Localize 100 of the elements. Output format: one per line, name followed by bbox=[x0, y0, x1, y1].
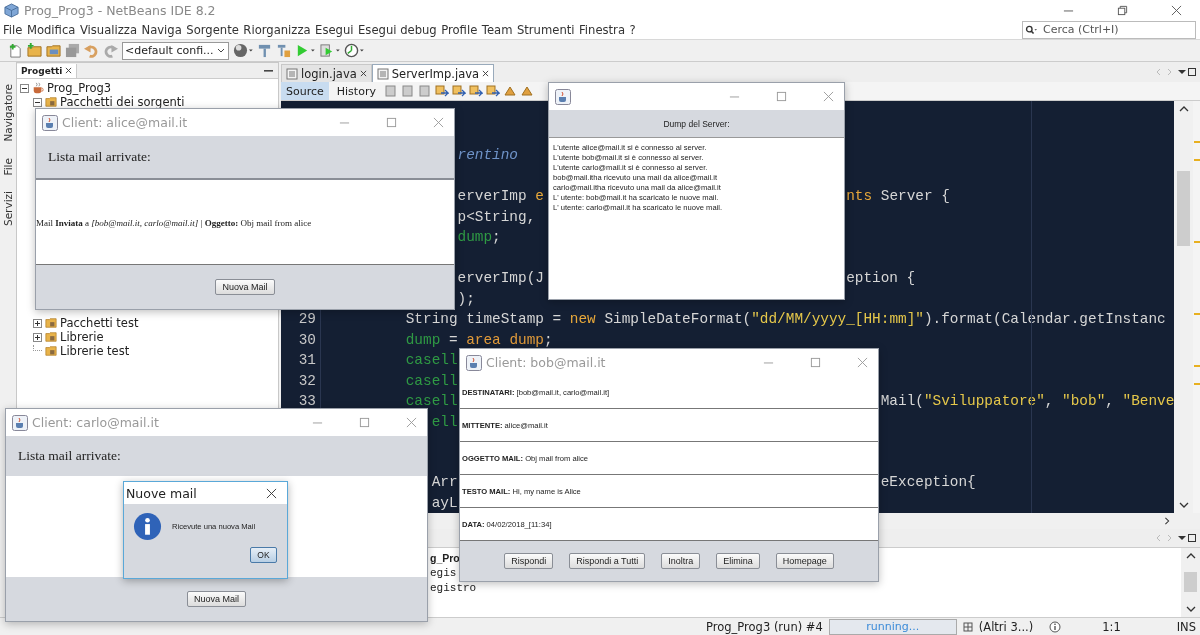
tree-item[interactable]: Pacchetti dei sorgenti bbox=[60, 95, 185, 109]
page-icon[interactable] bbox=[400, 85, 415, 97]
maximize-icon[interactable] bbox=[776, 91, 787, 102]
page-arrow-icon[interactable] bbox=[485, 85, 500, 97]
view-tab[interactable]: History bbox=[331, 82, 381, 100]
gauge-icon[interactable] bbox=[344, 43, 366, 58]
code-text: casell bbox=[405, 372, 458, 389]
output-tab[interactable]: g_Pro bbox=[430, 550, 460, 566]
menu-item[interactable]: Esegui bbox=[315, 22, 354, 37]
broom-icon[interactable] bbox=[276, 43, 292, 58]
code-text: casell bbox=[405, 352, 458, 369]
ok-button[interactable]: OK bbox=[250, 547, 277, 563]
view-tab[interactable]: Source bbox=[281, 82, 329, 100]
expander-icon[interactable] bbox=[33, 318, 42, 328]
maximize-icon[interactable] bbox=[386, 117, 397, 128]
menu-item[interactable]: Finestra bbox=[579, 22, 625, 37]
menu-item[interactable]: Naviga bbox=[141, 22, 182, 37]
undo-icon[interactable] bbox=[84, 43, 99, 58]
task-status: running... bbox=[828, 618, 957, 635]
code-text: Arr bbox=[431, 474, 458, 491]
maximize-icon[interactable] bbox=[359, 417, 370, 428]
code-text: rentino bbox=[457, 147, 518, 164]
tree-item[interactable]: Librerie test bbox=[60, 344, 130, 358]
mail-list-item[interactable]: Mail Inviata a [bob@mail.it, carlo@mail.it] | Oggetto: Obj mail from alice bbox=[36, 218, 312, 228]
insert-mode: INS bbox=[1176, 619, 1196, 634]
new-file-icon[interactable] bbox=[8, 43, 23, 58]
tree-item[interactable]: Prog_Prog3 bbox=[47, 81, 112, 95]
editor-tab[interactable]: login.java bbox=[281, 64, 372, 82]
scrollbar[interactable] bbox=[1174, 101, 1193, 513]
scroll-thumb[interactable] bbox=[1184, 572, 1197, 592]
expander-icon[interactable] bbox=[20, 83, 29, 93]
code-text: SimpleDateFormat("dd/MM/yyyy_[HH:mm]").format(Calendar.getInstanc bbox=[604, 311, 1166, 328]
menu-item[interactable]: Modifica bbox=[26, 22, 76, 37]
configuration-dropdown[interactable]: <default confi... bbox=[122, 41, 229, 60]
info-icon[interactable] bbox=[1049, 620, 1062, 633]
dialog-title: Nuove mail bbox=[126, 485, 198, 501]
restore-icon[interactable] bbox=[1117, 4, 1128, 16]
side-tab[interactable]: Navigatore bbox=[2, 84, 14, 142]
page-arrow-icon[interactable] bbox=[468, 85, 483, 97]
side-tab[interactable]: Servizi bbox=[2, 191, 14, 227]
window-title: Client: alice@mail.it bbox=[62, 115, 188, 130]
menu-item[interactable]: Team bbox=[481, 22, 513, 37]
code-text: p<String, bbox=[457, 208, 536, 225]
tab-navigation-icon[interactable] bbox=[1156, 67, 1196, 77]
close-icon[interactable] bbox=[359, 70, 367, 77]
scroll-thumb[interactable] bbox=[1177, 171, 1190, 246]
cup-icon bbox=[12, 414, 28, 431]
play-icon[interactable] bbox=[295, 43, 316, 58]
close-icon[interactable] bbox=[1171, 4, 1182, 16]
output-line: egistro bbox=[430, 581, 477, 596]
search-field[interactable]: Cerca (Ctrl+I) bbox=[1022, 20, 1196, 39]
action-button[interactable]: Rispondi bbox=[504, 553, 554, 569]
menu-item[interactable]: Visualizza bbox=[79, 22, 137, 37]
close-icon[interactable] bbox=[65, 67, 73, 74]
line-number: 30 bbox=[298, 331, 316, 348]
expander-icon[interactable] bbox=[33, 332, 42, 342]
file-icon bbox=[376, 67, 389, 80]
scrollbar[interactable] bbox=[1181, 548, 1200, 617]
new-mail-button[interactable]: Nuova Mail bbox=[215, 279, 275, 295]
code-text: Mail("Sviluppatore", "bob", "Benve bbox=[880, 393, 1174, 410]
action-button[interactable]: Elimina bbox=[716, 553, 760, 569]
output-line: egis bbox=[430, 566, 457, 581]
page-arrow-icon[interactable] bbox=[451, 85, 466, 97]
redo-icon[interactable] bbox=[103, 43, 118, 58]
action-button[interactable]: Inoltra bbox=[661, 553, 701, 569]
debug-icon[interactable] bbox=[319, 43, 341, 58]
close-icon[interactable] bbox=[266, 487, 277, 499]
page-icon[interactable] bbox=[417, 85, 432, 97]
projects-tab[interactable]: Progetti bbox=[17, 63, 78, 78]
menu-item[interactable]: Strumenti bbox=[516, 22, 575, 37]
menu-item[interactable]: Riorganizza bbox=[243, 22, 311, 37]
menu-item[interactable]: File bbox=[3, 22, 23, 37]
editor-tab[interactable]: ServerImp.java bbox=[371, 64, 495, 82]
globe-icon[interactable] bbox=[232, 43, 254, 58]
line-number: 33 bbox=[298, 393, 316, 410]
code-text: dump; bbox=[457, 229, 501, 246]
new-mail-button[interactable]: Nuova Mail bbox=[187, 591, 246, 607]
tab-navigation-icon[interactable] bbox=[1156, 533, 1196, 543]
tree-item[interactable]: Librerie bbox=[60, 330, 104, 344]
new-folder-icon[interactable] bbox=[27, 43, 42, 58]
menu-item[interactable]: ? bbox=[629, 22, 636, 37]
close-icon[interactable] bbox=[482, 70, 490, 77]
action-button[interactable]: Homepage bbox=[775, 553, 834, 569]
page-arrow-icon[interactable] bbox=[434, 85, 449, 97]
page-icon[interactable] bbox=[383, 85, 398, 97]
folder-icon[interactable] bbox=[46, 43, 61, 58]
maximize-icon[interactable] bbox=[810, 357, 821, 368]
tasks-link[interactable]: (Altri 3...) bbox=[978, 619, 1034, 634]
save-all-icon[interactable] bbox=[65, 43, 80, 58]
menu-item[interactable]: Sorgente bbox=[186, 22, 239, 37]
menu-item[interactable]: Esegui debug bbox=[358, 22, 437, 37]
expander-icon[interactable] bbox=[33, 97, 42, 107]
code-text: eption { bbox=[846, 270, 916, 287]
action-button[interactable]: Rispondi a Tutti bbox=[569, 553, 646, 569]
side-tab[interactable]: File bbox=[2, 157, 14, 176]
code-text: = area dump; bbox=[448, 331, 553, 348]
hammer-icon[interactable] bbox=[257, 43, 273, 58]
code-text: dump bbox=[405, 331, 441, 348]
menu-item[interactable]: Profile bbox=[441, 22, 478, 37]
tree-item[interactable]: Pacchetti test bbox=[60, 316, 139, 330]
